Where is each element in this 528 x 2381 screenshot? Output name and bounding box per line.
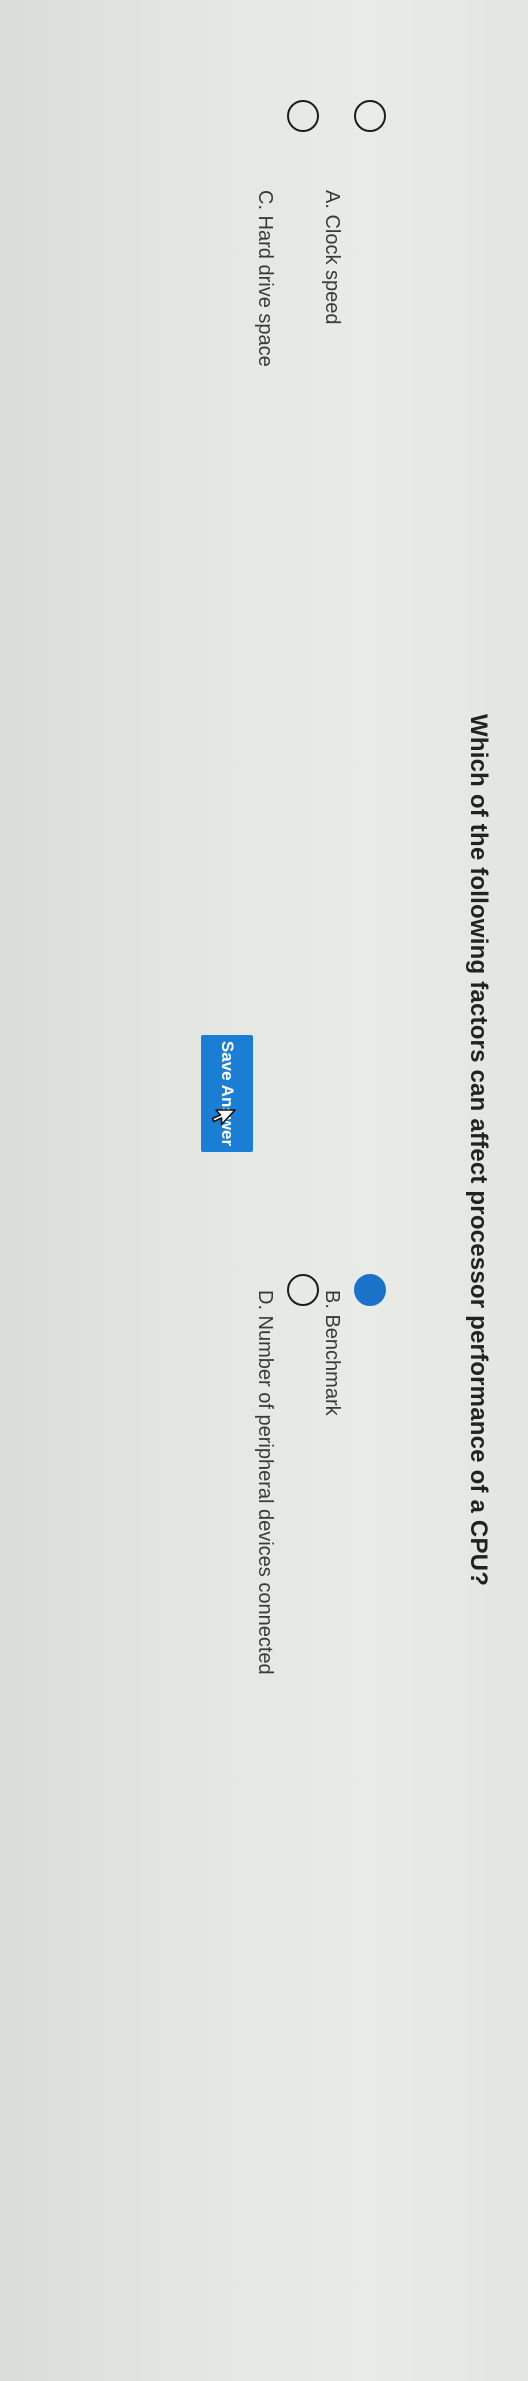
option-a-radio[interactable] [354, 100, 386, 132]
option-d-radio[interactable] [287, 1274, 319, 1306]
option-d-label: D. Number of peripheral devices connecte… [254, 1290, 276, 1675]
option-a-label: A. Clock speed [321, 190, 343, 325]
option-b-label: B. Benchmark [321, 1290, 343, 1416]
quiz-question-panel: Which of the following factors can affec… [0, 0, 528, 2381]
save-answer-button[interactable]: Save Answer [201, 1035, 253, 1152]
option-b-radio[interactable] [354, 1274, 386, 1306]
option-c-radio[interactable] [287, 100, 319, 132]
question-text: Which of the following factors can affec… [465, 714, 492, 1587]
mouse-pointer-icon [211, 1109, 236, 1126]
option-c-label: C. Hard drive space [254, 190, 276, 367]
